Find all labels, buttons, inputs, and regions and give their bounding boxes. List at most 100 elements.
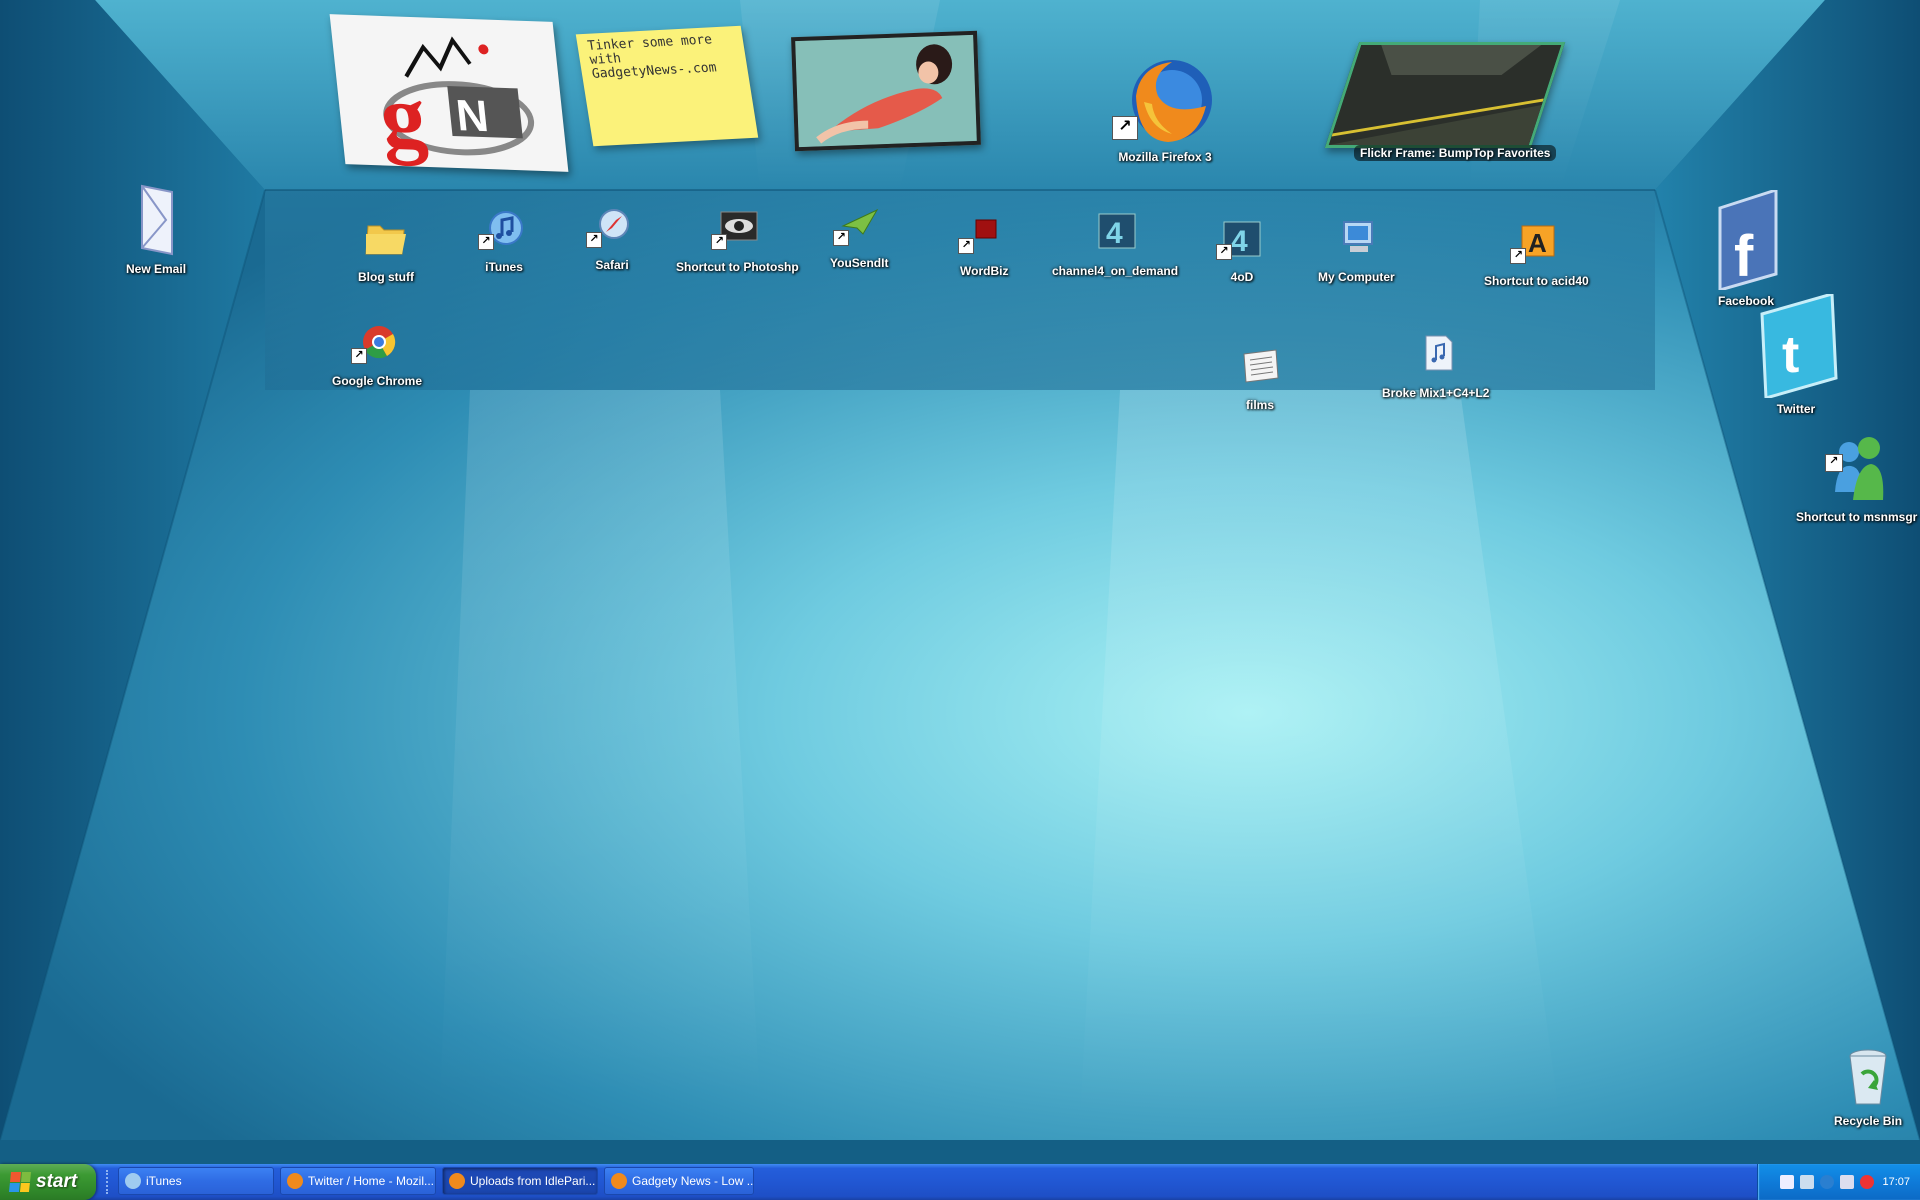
photoshop-eye-icon: ↗ [711, 208, 761, 256]
facebook-icon: f [1706, 187, 1786, 292]
task-twitter-firefox[interactable]: Twitter / Home - Mozil... [280, 1167, 436, 1195]
svg-text:4: 4 [1106, 217, 1123, 250]
wordbiz-icon: ↗ [958, 212, 1008, 260]
svg-text:4: 4 [1231, 225, 1248, 258]
room-walls [0, 0, 1920, 1164]
msnmsgr-shortcut[interactable]: ↗ Shortcut to msnmsgr [1796, 430, 1917, 524]
broke-mix-file[interactable]: Broke Mix1+C4+L2 [1382, 334, 1489, 400]
shortcut-arrow-icon: ↗ [586, 232, 602, 248]
sticky-note-text: Tinker some more with GadgetyNews-.com [586, 32, 718, 82]
twitter-icon: t [1752, 292, 1840, 400]
channel4-on-demand-item[interactable]: 4 channel4_on_demand [1052, 212, 1178, 278]
4od-label: 4oD [1230, 270, 1254, 284]
my-computer-item[interactable]: My Computer [1318, 218, 1395, 284]
blog-stuff-folder[interactable]: Blog stuff [358, 218, 414, 284]
safari-shortcut[interactable]: ↗ Safari [586, 206, 636, 272]
mp3-file-icon [1412, 334, 1460, 382]
msn-messenger-icon: ↗ [1821, 430, 1893, 506]
itunes-icon [125, 1173, 141, 1189]
google-chrome-label: Google Chrome [332, 374, 423, 388]
shortcut-arrow-icon: ↗ [1112, 116, 1138, 140]
my-computer-label: My Computer [1318, 270, 1395, 284]
films-label: films [1245, 398, 1274, 412]
shortcut-arrow-icon: ↗ [1216, 244, 1232, 260]
photoshop-shortcut[interactable]: ↗ Shortcut to Photoshp [676, 208, 799, 274]
firefox-label: Mozilla Firefox 3 [1118, 150, 1212, 164]
twitter-label: Twitter [1776, 402, 1816, 416]
firefox-icon [611, 1173, 627, 1189]
start-button[interactable]: start [0, 1164, 96, 1200]
taskbar: start iTunes Twitter / Home - Mozil... U… [0, 1164, 1920, 1200]
gadgetynews-logo-picture[interactable]: g N [329, 14, 569, 172]
task-label: Gadgety News - Low ... [632, 1174, 754, 1188]
safari-compass-icon: ↗ [586, 206, 636, 254]
speaker-icon[interactable] [1840, 1175, 1855, 1189]
yousendit-label: YouSendIt [830, 256, 889, 270]
task-gadgety-news-firefox[interactable]: Gadgety News - Low ... [604, 1167, 754, 1195]
flickr-photo [1328, 45, 1562, 145]
security-alert-icon[interactable] [1860, 1175, 1875, 1189]
flickr-frame[interactable] [1324, 42, 1566, 148]
twitter-shortcut[interactable]: t Twitter [1752, 292, 1840, 416]
system-tray: 17:07 [1757, 1164, 1920, 1200]
recycle-bin[interactable]: Recycle Bin [1834, 1046, 1902, 1128]
text-document-icon [1236, 346, 1284, 394]
envelope-icon [132, 182, 180, 258]
recycle-bin-label: Recycle Bin [1834, 1114, 1903, 1128]
itunes-label: iTunes [485, 260, 523, 274]
films-file[interactable]: films [1236, 346, 1284, 412]
bumptop-room [0, 0, 1920, 1164]
firefox-icon [449, 1173, 465, 1189]
safari-label: Safari [595, 258, 629, 272]
shortcut-arrow-icon: ↗ [833, 230, 850, 246]
network-icon[interactable] [1800, 1175, 1815, 1189]
flickr-frame-label: Flickr Frame: BumpTop Favorites [1354, 145, 1557, 161]
shortcut-arrow-icon: ↗ [1824, 454, 1843, 472]
acid40-label: Shortcut to acid40 [1484, 274, 1589, 288]
channel4-label: channel4_on_demand [1052, 264, 1179, 278]
yousendit-shortcut[interactable]: ↗ YouSendIt [830, 204, 888, 270]
pinup-photo [795, 34, 977, 148]
svg-text:N: N [454, 91, 491, 141]
shortcut-arrow-icon: ↗ [1510, 248, 1527, 264]
shortcut-arrow-icon: ↗ [711, 234, 728, 250]
start-label: start [36, 1171, 78, 1192]
sticky-note[interactable]: Tinker some more with GadgetyNews-.com [575, 25, 759, 147]
shortcut-arrow-icon: ↗ [478, 234, 494, 250]
acid40-shortcut[interactable]: A ↗ Shortcut to acid40 [1484, 222, 1589, 288]
paper-plane-icon: ↗ [833, 204, 883, 252]
firefox-shortcut[interactable]: ↗ Mozilla Firefox 3 [1110, 56, 1220, 164]
blog-stuff-label: Blog stuff [358, 270, 414, 284]
svg-text:f: f [1734, 224, 1754, 289]
4od-shortcut[interactable]: 4 ↗ 4oD [1216, 218, 1266, 284]
new-email-label: New Email [126, 262, 187, 276]
pinup-photo-frame[interactable] [791, 30, 981, 152]
shortcut-arrow-icon: ↗ [351, 348, 367, 364]
new-email-icon-item[interactable]: New Email [126, 182, 186, 276]
task-itunes[interactable]: iTunes [118, 1167, 274, 1195]
svg-text:A: A [1528, 228, 1547, 258]
channel4-icon: 4 [1091, 212, 1139, 260]
task-uploads-firefox[interactable]: Uploads from IdlePari... [442, 1167, 598, 1195]
wordbiz-shortcut[interactable]: ↗ WordBiz [958, 212, 1008, 278]
msnmsgr-label: Shortcut to msnmsgr [1796, 510, 1918, 524]
folder-icon [362, 218, 410, 266]
itunes-icon: ↗ [478, 208, 528, 256]
svg-text:g: g [375, 65, 431, 167]
recycle-bin-icon [1838, 1046, 1898, 1110]
task-label: Uploads from IdlePari... [470, 1174, 596, 1188]
task-label: Twitter / Home - Mozil... [308, 1174, 435, 1188]
facebook-shortcut[interactable]: f Facebook [1706, 187, 1786, 308]
photoshop-label: Shortcut to Photoshp [676, 260, 799, 274]
bluetooth-icon[interactable] [1820, 1175, 1835, 1189]
chrome-icon: ↗ [351, 322, 401, 370]
firefox-icon [287, 1173, 303, 1189]
itunes-shortcut[interactable]: ↗ iTunes [478, 208, 528, 274]
taskbar-grip[interactable] [106, 1170, 112, 1194]
google-chrome-shortcut[interactable]: ↗ Google Chrome [332, 322, 422, 388]
help-icon[interactable] [1780, 1175, 1795, 1189]
gn-logo-image: g N [375, 36, 535, 167]
4od-icon: 4 ↗ [1216, 218, 1266, 266]
windows-logo-icon [8, 1172, 32, 1192]
clock[interactable]: 17:07 [1882, 1176, 1910, 1188]
